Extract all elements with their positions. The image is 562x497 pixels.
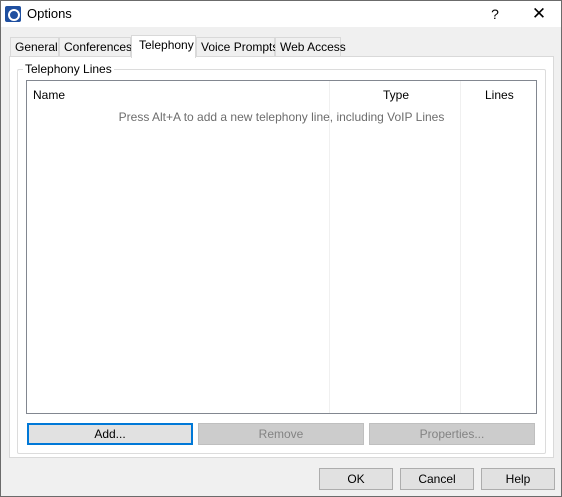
remove-button[interactable]: Remove [198,423,364,445]
window-title: Options [27,6,72,21]
tab-general[interactable]: General [10,37,59,57]
help-title-button[interactable]: ? [485,3,505,25]
column-header-lines[interactable]: Lines [485,88,514,102]
title-bar: Options ? ✕ [1,1,561,27]
telephony-lines-list[interactable]: Name Type Lines Press Alt+A to add a new… [26,80,537,414]
tab-telephony[interactable]: Telephony [131,35,196,58]
empty-list-message: Press Alt+A to add a new telephony line,… [118,110,445,124]
tab-web-access[interactable]: Web Access [275,37,346,57]
options-dialog: Options ? ✕ General Conferences Telephon… [0,0,562,497]
group-label: Telephony Lines [23,62,114,76]
column-header-name[interactable]: Name [33,88,65,102]
tab-voice-prompts[interactable]: Voice Prompts [196,37,278,57]
column-divider [329,81,330,413]
column-header-type[interactable]: Type [383,88,409,102]
app-logo-icon [5,6,21,22]
properties-button[interactable]: Properties... [369,423,535,445]
close-icon[interactable]: ✕ [528,3,550,25]
cancel-button[interactable]: Cancel [400,468,474,490]
tab-conferences[interactable]: Conferences [59,37,132,57]
help-button[interactable]: Help [481,468,555,490]
add-button[interactable]: Add... [27,423,193,445]
ok-button[interactable]: OK [319,468,393,490]
column-divider [460,81,461,413]
